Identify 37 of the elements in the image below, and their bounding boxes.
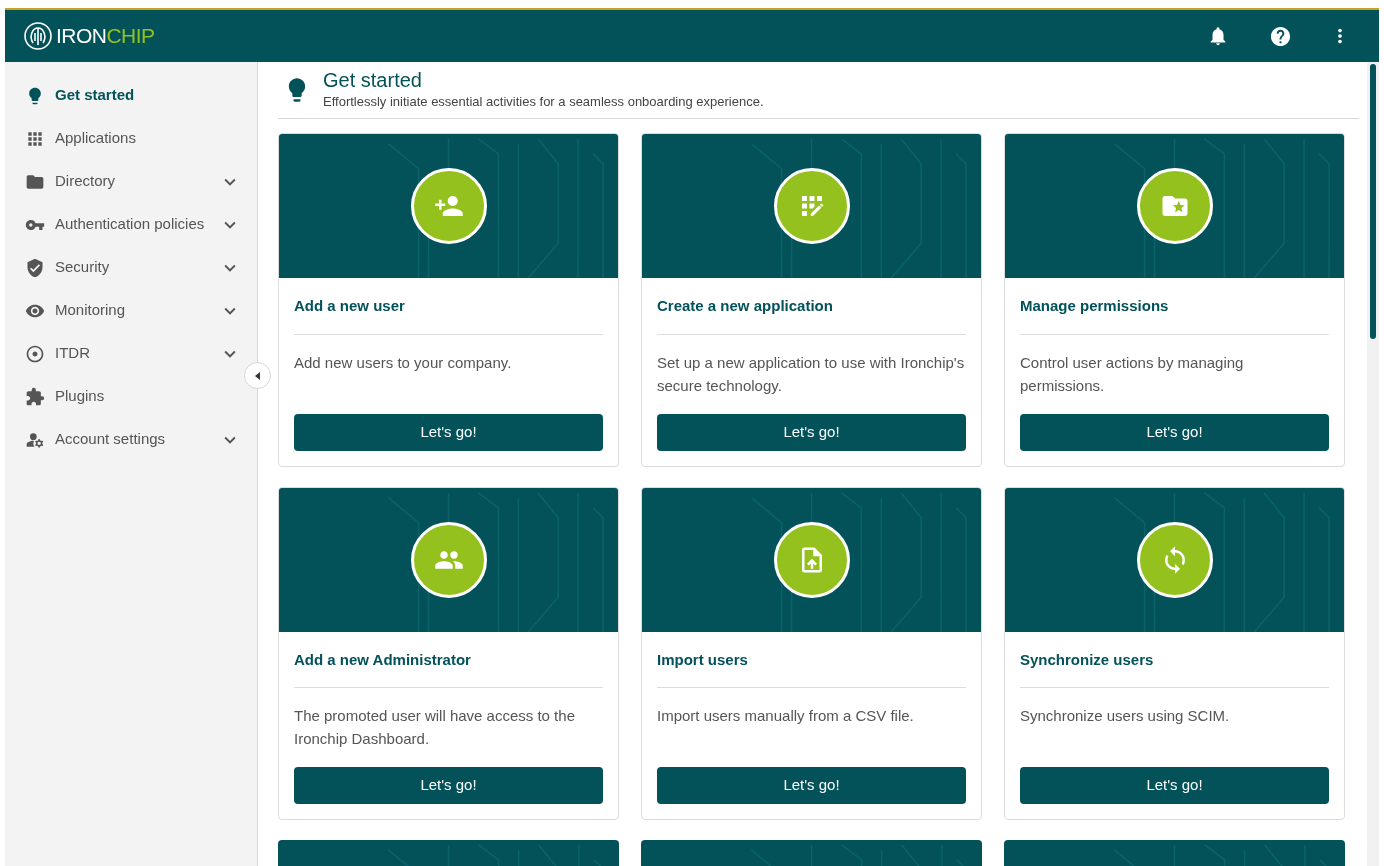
sidebar-item[interactable]: Directory xyxy=(5,160,257,203)
card-description: Import users manually from a CSV file. xyxy=(657,706,915,726)
puzzle-icon xyxy=(25,386,45,407)
collapse-sidebar-button[interactable] xyxy=(244,362,271,389)
caret-icon xyxy=(255,371,260,380)
page-title: Get started xyxy=(323,68,423,93)
page-subtitle: Effortlessly initiate essential activities for a seamless onboarding experience. xyxy=(323,93,764,112)
target-icon xyxy=(25,343,45,364)
lets-go-button[interactable]: Let's go! xyxy=(657,413,966,451)
logo-text: IRONCHIP xyxy=(56,23,155,50)
lets-go-button[interactable]: Let's go! xyxy=(1020,767,1329,804)
card-title: Manage permissions xyxy=(1020,295,1329,335)
sidebar-item[interactable]: Plugins xyxy=(5,375,257,418)
card-title: Synchronize users xyxy=(1020,648,1329,688)
lets-go-button[interactable]: Let's go! xyxy=(657,767,966,804)
card-title: Create a new application xyxy=(657,295,966,335)
card-title: Import users xyxy=(657,648,966,688)
card-description: Synchronize users using SCIM. xyxy=(1020,706,1231,726)
help-icon[interactable] xyxy=(1269,24,1292,48)
shield-icon xyxy=(25,257,45,278)
sidebar-item[interactable]: Applications xyxy=(5,117,257,160)
sidebar-item[interactable]: Account settings xyxy=(5,418,257,461)
sidebar-item[interactable]: Security xyxy=(5,246,257,289)
card-title: Add a new user xyxy=(294,295,603,335)
sidebar-item[interactable]: Authentication policies xyxy=(5,203,257,246)
logo-icon xyxy=(23,21,53,51)
lets-go-button[interactable]: Let's go! xyxy=(294,413,603,451)
lets-go-button[interactable]: Let's go! xyxy=(294,767,603,804)
card-description: Set up a new application to use with Ironchip's secure technology. xyxy=(657,352,966,396)
card-description: The promoted user will have access to the Ironchip Dashboard. xyxy=(294,706,576,749)
lets-go-button[interactable]: Let's go! xyxy=(1020,413,1329,451)
card-title: Add a new Administrator xyxy=(294,648,603,688)
card-description: Add new users to your company. xyxy=(294,352,513,373)
sidebar-item[interactable]: Monitoring xyxy=(5,289,257,332)
card-description: Control user actions by managing permissions. xyxy=(1020,352,1245,396)
sidebar-item[interactable]: ITDR xyxy=(5,332,257,375)
sidebar-item[interactable]: Get started xyxy=(5,74,257,117)
